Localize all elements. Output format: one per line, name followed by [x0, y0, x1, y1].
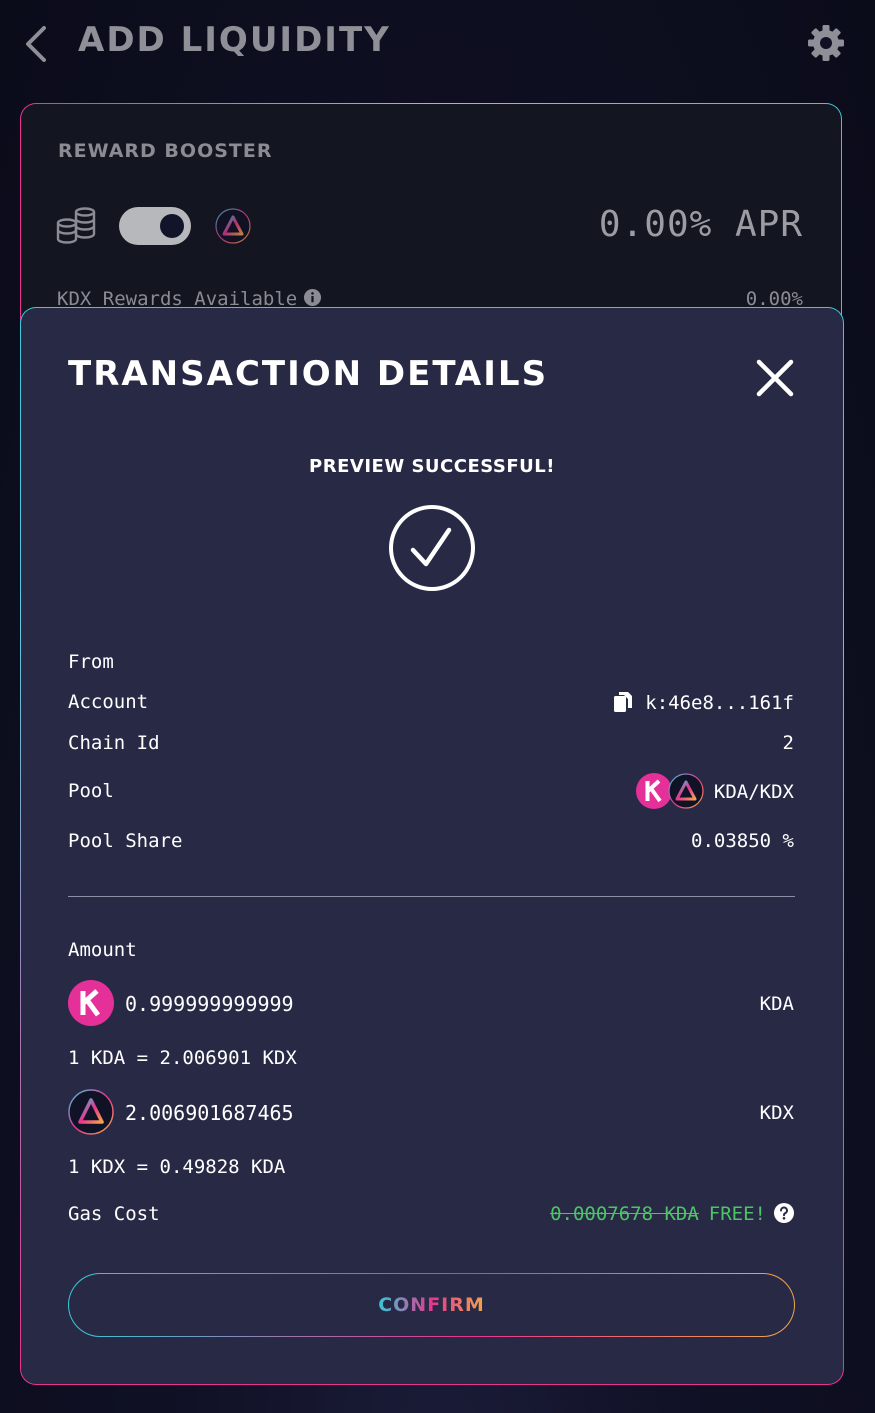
kda-rate: 1 KDA = 2.006901 KDX [68, 1047, 297, 1069]
account-label: Account [68, 691, 149, 713]
modal-title: TRANSACTION DETAILS [68, 354, 549, 394]
pool-share-label: Pool Share [68, 830, 183, 852]
confirm-label: CONFIRM [378, 1294, 485, 1316]
kda-amount-value: 0.999999999999 [125, 992, 294, 1016]
apr-value: 0.00% APR [598, 204, 803, 245]
account-value-row: k:46e8...161f [613, 691, 794, 714]
gas-cost-value-row: 0.0007678 KDA FREE! [550, 1203, 794, 1225]
coins-stack-icon [56, 207, 96, 244]
amount-label: Amount [68, 939, 137, 961]
booster-toggle[interactable] [119, 207, 191, 245]
confirm-button[interactable]: CONFIRM [68, 1273, 795, 1337]
copy-icon[interactable] [613, 691, 633, 713]
chain-id-label: Chain Id [68, 732, 160, 754]
help-icon[interactable] [774, 1203, 794, 1223]
preview-status: PREVIEW SUCCESSFUL! [309, 456, 555, 477]
pool-label: Pool [68, 780, 114, 802]
kdx-token-icon [215, 208, 251, 244]
kda-logo-icon [635, 773, 672, 809]
pool-value: KDA/KDX [713, 781, 794, 803]
kda-amount-token: KDA [759, 993, 794, 1015]
gas-free-label: FREE! [708, 1203, 766, 1225]
kdx-logo-icon [668, 773, 704, 809]
kdx-rate: 1 KDX = 0.49828 KDA [68, 1156, 286, 1178]
gear-icon[interactable] [806, 23, 846, 63]
pool-share-value: 0.03850 % [691, 830, 794, 852]
chain-id-value: 2 [782, 732, 794, 754]
transaction-details-modal: TRANSACTION DETAILS PREVIEW SUCCESSFUL! … [20, 307, 844, 1385]
close-icon[interactable] [755, 358, 795, 398]
kda-logo-icon [68, 980, 114, 1026]
info-icon[interactable] [303, 288, 322, 307]
kdx-amount-value: 2.006901687465 [125, 1101, 294, 1125]
from-label: From [68, 651, 114, 673]
gas-cost-original: 0.0007678 KDA [550, 1203, 699, 1225]
success-check-icon [389, 505, 475, 591]
toggle-knob [160, 214, 184, 238]
gas-cost-label: Gas Cost [68, 1203, 160, 1225]
kdx-logo-icon [68, 1089, 114, 1135]
divider [68, 896, 795, 897]
booster-title: REWARD BOOSTER [58, 140, 273, 162]
pool-value-row: KDA/KDX [635, 773, 794, 809]
pool-token-icons [635, 773, 704, 809]
kdx-amount-token: KDX [759, 1102, 794, 1124]
back-arrow-icon[interactable] [22, 24, 52, 64]
page-title: ADD LIQUIDITY [78, 20, 391, 60]
account-value: k:46e8...161f [645, 692, 794, 714]
header: ADD LIQUIDITY [0, 0, 875, 90]
